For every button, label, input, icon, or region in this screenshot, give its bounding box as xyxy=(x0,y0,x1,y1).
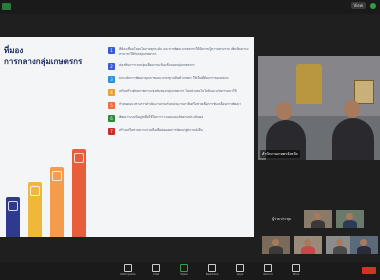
participants-label: ผู้ร่วมประชุม xyxy=(272,217,292,221)
shared-screen-slide: ที่มอง การกลางกลุ่มเกษตรกร 1 ที่ต้องเชื่… xyxy=(0,37,254,237)
person-head xyxy=(304,239,311,246)
reactions-button[interactable]: Reactions xyxy=(202,264,222,276)
bar-graphic xyxy=(0,147,110,237)
meeting-toolbar: Participants Chat Share Reactions Apps R… xyxy=(0,262,380,280)
person-head xyxy=(344,100,360,118)
person-head xyxy=(276,102,292,120)
point-number: 4 xyxy=(108,89,115,96)
speaker-video-tile[interactable]: สำนักงานเกษตรจังหวัด xyxy=(258,56,380,160)
point-number: 7 xyxy=(108,128,115,135)
tool-label: Apps xyxy=(236,273,244,276)
list-item: 4 เสริมสร้างศักยภาพการแข่งขันของกลุ่มเกษ… xyxy=(108,89,250,96)
smile-icon xyxy=(208,264,216,272)
person-body xyxy=(343,220,357,228)
share-icon xyxy=(180,264,188,272)
zoom-security-icon[interactable] xyxy=(2,3,11,10)
top-bar: View xyxy=(0,0,380,14)
point-text: ที่ต้องเชื่อมโยงนโยบายทุกระดับ และการพัฒ… xyxy=(119,47,249,56)
chat-icon xyxy=(152,264,160,272)
bar-1 xyxy=(6,197,20,237)
list-item: 3 ยกระดับการพัฒนาคุณภาพและมาตรฐานสินค้าเ… xyxy=(108,76,250,83)
more-button[interactable]: More xyxy=(286,264,306,276)
person-head xyxy=(360,239,367,246)
folder-icon xyxy=(30,186,40,196)
tool-label: Chat xyxy=(152,273,160,276)
thumbs-up-icon xyxy=(52,171,62,181)
point-number: 2 xyxy=(108,63,115,70)
ellipsis-icon xyxy=(292,264,300,272)
apps-icon xyxy=(236,264,244,272)
chat-button[interactable]: Chat xyxy=(146,264,166,276)
tool-label: Share xyxy=(180,273,188,276)
leave-button[interactable] xyxy=(362,267,376,274)
point-number: 1 xyxy=(108,47,115,54)
participant-thumbnail[interactable] xyxy=(304,210,332,228)
point-number: 6 xyxy=(108,115,115,122)
list-item: 1 ที่ต้องเชื่อมโยงนโยบายทุกระดับ และการพ… xyxy=(108,47,250,57)
point-text: กำหนดแนวทางการดำเนินงานร่วมกับหน่วยงานภา… xyxy=(119,102,241,106)
list-item: 6 พัฒนาระบบข้อมูลเพื่อใช้ในการวางแผนและต… xyxy=(108,115,250,122)
person-body xyxy=(269,246,283,254)
slide-title: ที่มอง การกลางกลุ่มเกษตรกร xyxy=(4,46,83,66)
person-body xyxy=(311,220,325,228)
toolbar-buttons: Participants Chat Share Reactions Apps R… xyxy=(118,264,306,276)
top-right-controls: View xyxy=(350,2,376,9)
slide-points: 1 ที่ต้องเชื่อมโยงนโยบายทุกระดับ และการพ… xyxy=(108,47,250,141)
people-icon xyxy=(124,264,132,272)
bar-4 xyxy=(72,149,86,237)
point-text: ส่งเสริมการรวมกลุ่มเพื่อความเข้มแข็งของก… xyxy=(119,63,195,67)
list-item: 5 กำหนดแนวทางการดำเนินงานร่วมกับหน่วยงาน… xyxy=(108,102,250,109)
list-item: 7 สร้างเครือข่ายความร่วมมือเพื่อต่อยอดกา… xyxy=(108,128,250,135)
participant-thumbnail[interactable] xyxy=(294,236,322,254)
participants-button[interactable]: Participants xyxy=(118,264,138,276)
folder-icon xyxy=(8,201,18,211)
share-button[interactable]: Share xyxy=(174,264,194,276)
bar-3 xyxy=(50,167,64,237)
person-head xyxy=(314,213,321,220)
tool-label: Record xyxy=(263,273,273,276)
portrait-frame xyxy=(354,80,374,104)
record-icon xyxy=(264,264,272,272)
record-button[interactable]: Record xyxy=(258,264,278,276)
point-text: ยกระดับการพัฒนาคุณภาพและมาตรฐานสินค้าเกษ… xyxy=(119,76,229,80)
point-text: สร้างเครือข่ายความร่วมมือเพื่อต่อยอดการพ… xyxy=(119,128,203,132)
view-button[interactable]: View xyxy=(350,2,366,9)
point-text: พัฒนาระบบข้อมูลเพื่อใช้ในการวางแผนและติด… xyxy=(119,115,204,119)
point-number: 3 xyxy=(108,76,115,83)
tool-label: Reactions xyxy=(205,273,219,276)
participant-thumbnail[interactable] xyxy=(336,210,364,228)
person-head xyxy=(272,239,279,246)
speaker-name-tag: สำนักงานเกษตรจังหวัด xyxy=(260,150,300,158)
list-item: 2 ส่งเสริมการรวมกลุ่มเพื่อความเข้มแข็งขอ… xyxy=(108,63,250,70)
person-head xyxy=(346,213,353,220)
point-text: เสริมสร้างศักยภาพการแข่งขันของกลุ่มเกษตร… xyxy=(119,89,237,93)
apps-button[interactable]: Apps xyxy=(230,264,250,276)
person-body xyxy=(333,246,347,254)
hand-icon xyxy=(74,153,84,163)
person-body xyxy=(301,246,315,254)
shrine-decoration xyxy=(296,64,322,104)
participant-thumbnail[interactable] xyxy=(262,236,290,254)
participant-thumbnail[interactable] xyxy=(350,236,378,254)
point-number: 5 xyxy=(108,102,115,109)
status-dot-icon xyxy=(370,2,376,9)
tool-label: More xyxy=(292,273,300,276)
person-body xyxy=(357,246,371,254)
tool-label: Participants xyxy=(120,273,136,276)
person-body xyxy=(332,118,374,160)
person-head xyxy=(336,239,343,246)
bar-2 xyxy=(28,182,42,237)
